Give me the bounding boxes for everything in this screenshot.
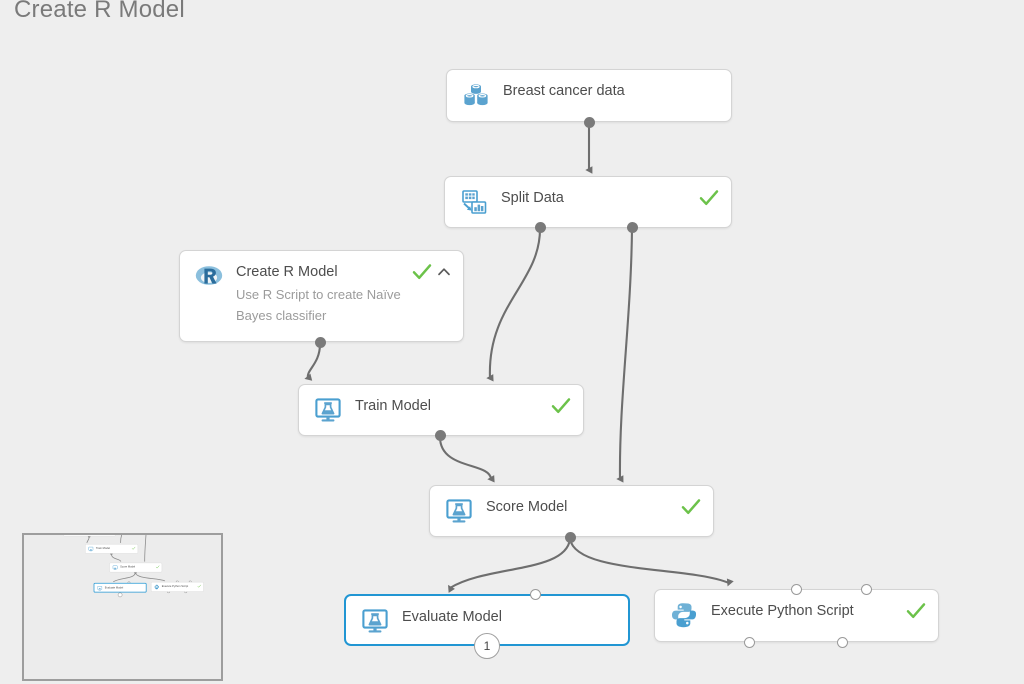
- check-icon: [155, 565, 160, 569]
- node-label: Score Model: [486, 499, 568, 515]
- node-label: Breast cancer data: [503, 83, 625, 99]
- node-label: Execute Python Script: [161, 584, 189, 588]
- node-label: Score Model: [120, 565, 136, 569]
- python-logo-icon: [669, 600, 699, 630]
- minimap-node-execute-python-script: Execute Python Script: [150, 581, 204, 592]
- node-status: [197, 584, 201, 588]
- dataset-icon: [461, 80, 491, 110]
- r-logo-icon: [194, 261, 224, 291]
- output-port[interactable]: [564, 531, 576, 543]
- chevron-up-icon[interactable]: [437, 265, 451, 279]
- node-execute-python-script[interactable]: Execute Python Script: [654, 589, 939, 642]
- edge-score-to-python: [568, 538, 734, 587]
- edge-split-to-score: [616, 228, 634, 483]
- model-icon: [88, 546, 94, 552]
- node-status: [681, 498, 701, 516]
- edge-rmodel-to-train: [304, 343, 322, 381]
- check-icon: [412, 264, 432, 280]
- output-port[interactable]: [626, 221, 638, 233]
- edge-score-to-evaluate: [448, 538, 572, 593]
- node-label: Train Model: [355, 398, 432, 414]
- check-icon: [551, 398, 571, 414]
- node-status: [412, 263, 451, 281]
- check-icon: [197, 584, 201, 588]
- minimap-node-score-model: Score Model: [109, 562, 163, 573]
- check-icon: [699, 190, 719, 206]
- node-status: [906, 602, 926, 620]
- output-port[interactable]: [836, 636, 848, 648]
- minimap-node-create-r-model: Create R Model Use R Script to create Na…: [63, 535, 116, 537]
- model-icon: [444, 496, 474, 526]
- input-port[interactable]: [860, 583, 872, 595]
- node-label: Train Model: [95, 546, 110, 550]
- output-port[interactable]: [534, 221, 546, 233]
- model-icon: [112, 565, 118, 571]
- edge-split-to-train: [486, 228, 542, 382]
- output-port[interactable]: [743, 636, 755, 648]
- node-score-model[interactable]: Score Model: [429, 485, 714, 537]
- graph-overview-minimap[interactable]: Breast cancer data: [22, 533, 223, 681]
- node-subtitle: Use R Script to create Naïve Bayes class…: [236, 287, 401, 323]
- check-icon: [906, 603, 926, 619]
- status-badge[interactable]: 1: [474, 633, 500, 659]
- node-label: Evaluate Model: [402, 609, 502, 625]
- model-icon: [313, 395, 343, 425]
- model-icon: [97, 585, 103, 591]
- output-port[interactable]: [434, 429, 446, 441]
- minimap-node-train-model: Train Model: [85, 544, 139, 554]
- node-label: Split Data: [501, 190, 564, 206]
- check-icon: [131, 546, 136, 550]
- node-label: Create R Model: [236, 264, 338, 280]
- node-status: [155, 565, 160, 569]
- split-data-icon: [459, 187, 489, 217]
- node-label: Evaluate Model: [104, 586, 124, 589]
- minimap-node-evaluate-model: Evaluate Model: [93, 582, 147, 593]
- node-status: [131, 546, 136, 550]
- node-train-model[interactable]: Train Model: [298, 384, 584, 436]
- input-port[interactable]: [529, 588, 541, 600]
- input-port[interactable]: [790, 583, 802, 595]
- output-port[interactable]: [314, 336, 326, 348]
- output-port[interactable]: [583, 116, 595, 128]
- model-icon: [360, 606, 390, 636]
- node-label: Execute Python Script: [711, 603, 854, 619]
- node-status: [699, 189, 719, 207]
- check-icon: [681, 499, 701, 515]
- minimap-content: Breast cancer data: [30, 535, 219, 600]
- node-split-data[interactable]: Split Data: [444, 176, 732, 228]
- node-status: [551, 397, 571, 415]
- node-breast-cancer-data[interactable]: Breast cancer data: [446, 69, 732, 122]
- python-logo-icon: [154, 584, 160, 590]
- edge-train-to-score: [438, 436, 495, 483]
- node-create-r-model[interactable]: Create R Model Use R Script to create Na…: [179, 250, 464, 342]
